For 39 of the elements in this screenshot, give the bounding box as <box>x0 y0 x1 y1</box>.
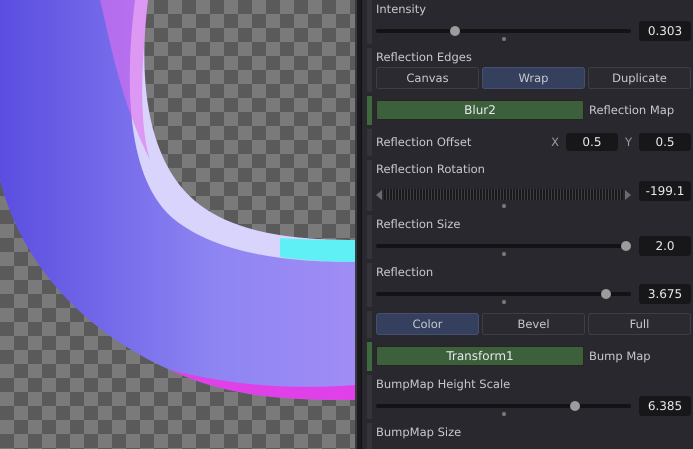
default-marker-icon <box>502 412 506 416</box>
option-button[interactable]: Wrap <box>482 67 585 89</box>
value-field[interactable]: 3.675 <box>639 284 691 304</box>
control-label: Reflection Rotation <box>376 162 486 176</box>
axis-label: X <box>551 135 559 149</box>
group-bar <box>367 96 372 125</box>
default-marker-icon <box>502 300 506 304</box>
slider-thumb[interactable] <box>620 241 631 251</box>
control-label: BumpMap Height Scale <box>376 377 512 391</box>
value-field[interactable]: -199.1 <box>639 181 691 201</box>
control-label: BumpMap Size <box>376 425 462 439</box>
option-button[interactable]: Color <box>376 313 479 335</box>
control-label: Reflection Size <box>376 217 462 231</box>
control-label: Reflection Offset <box>376 135 472 149</box>
slider-thumb[interactable] <box>450 26 460 36</box>
control-label: Intensity <box>376 2 428 16</box>
connected-input-field[interactable]: Blur2 <box>376 100 584 120</box>
control-label: Reflection Edges <box>376 50 473 64</box>
value-field[interactable]: 2.0 <box>639 236 691 256</box>
option-button[interactable]: Bevel <box>482 313 585 335</box>
control-label: Reflection <box>376 265 434 279</box>
default-marker-icon <box>502 252 506 256</box>
slider-thumb[interactable] <box>570 401 580 411</box>
connected-input-field[interactable]: Transform1 <box>376 346 584 366</box>
default-marker-icon <box>502 204 506 208</box>
value-field[interactable]: 0.303 <box>639 21 691 41</box>
x-value-field[interactable]: 0.5 <box>566 133 618 151</box>
option-button[interactable]: Duplicate <box>588 67 691 89</box>
y-value-field[interactable]: 0.5 <box>639 133 691 151</box>
option-button[interactable]: Canvas <box>376 67 479 89</box>
control-label: Reflection Map <box>589 103 674 117</box>
axis-label: Y <box>624 135 632 149</box>
right-arrow-icon[interactable] <box>625 190 631 200</box>
option-button[interactable]: Full <box>588 313 691 335</box>
group-bar <box>367 342 372 371</box>
control-label: Bump Map <box>589 349 651 363</box>
default-marker-icon <box>502 37 506 41</box>
slider-thumb[interactable] <box>600 289 610 299</box>
value-field[interactable]: 6.385 <box>639 396 691 416</box>
